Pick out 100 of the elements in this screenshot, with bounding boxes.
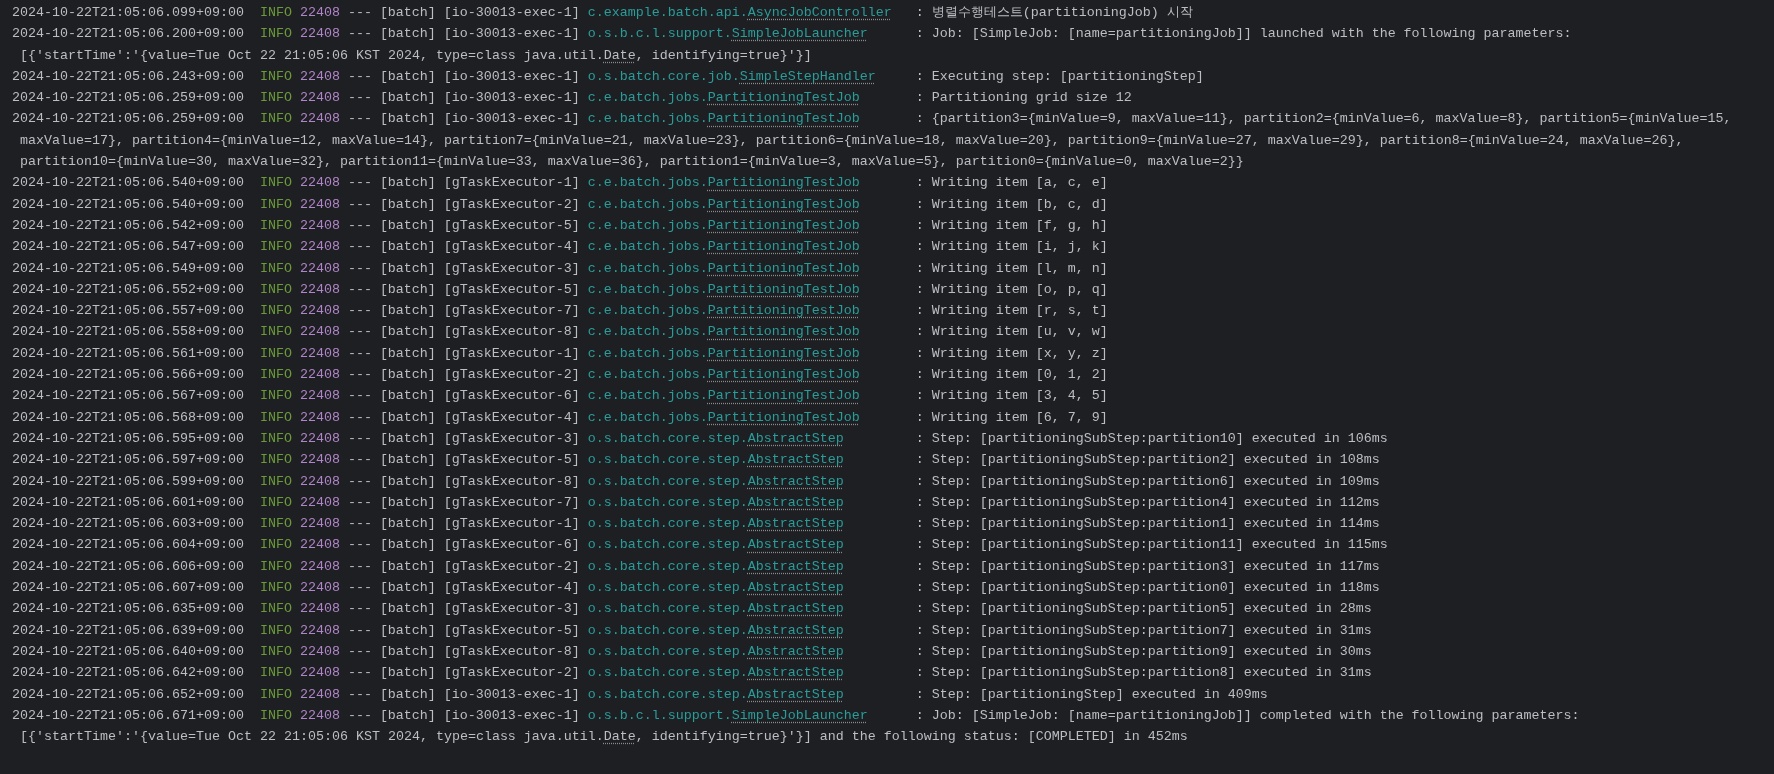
logger-class-link[interactable]: AbstractStep — [747, 513, 844, 535]
logger-class-link[interactable]: AbstractStep — [747, 449, 844, 471]
process-id: 22408 — [299, 557, 340, 576]
log-level: INFO — [259, 259, 292, 278]
process-id: 22408 — [299, 451, 340, 470]
timestamp: 2024-10-22T21:05:06.671+09:00 — [12, 706, 244, 725]
logger-package: c.e.batch.jobs. — [587, 323, 708, 342]
log-level: INFO — [259, 89, 292, 108]
app-name: [batch] — [379, 408, 436, 427]
logger-class-link[interactable]: AbstractStep — [747, 598, 844, 620]
logger-package: c.e.batch.jobs. — [587, 280, 708, 299]
logger-class-link[interactable]: PartitioningTestJob — [707, 300, 860, 322]
log-level: INFO — [259, 216, 292, 235]
logger-class-link[interactable]: PartitioningTestJob — [707, 172, 860, 194]
app-name: [batch] — [379, 4, 436, 22]
log-message: : Writing item [r, s, t] — [915, 302, 1108, 321]
logger-package: o.s.batch.core.step. — [587, 621, 748, 640]
separator-text: --- — [347, 67, 372, 86]
app-name: [batch] — [379, 366, 436, 385]
app-name: [batch] — [379, 238, 436, 257]
separator-text: --- — [347, 174, 372, 193]
timestamp: 2024-10-22T21:05:06.597+09:00 — [12, 451, 244, 470]
process-id: 22408 — [299, 600, 340, 619]
logger-class-link[interactable]: PartitioningTestJob — [707, 406, 860, 428]
log-message: : Writing item [f, g, h] — [915, 216, 1108, 235]
logger-class-link[interactable]: AbstractStep — [747, 619, 844, 641]
process-id: 22408 — [299, 4, 340, 22]
logger-class-link[interactable]: AbstractStep — [747, 555, 844, 577]
logger-class-link[interactable]: PartitioningTestJob — [707, 108, 860, 130]
process-id: 22408 — [299, 408, 340, 427]
thread-name: [gTaskExecutor-2] — [443, 195, 580, 214]
separator-text: --- — [347, 89, 372, 108]
timestamp: 2024-10-22T21:05:06.558+09:00 — [12, 323, 244, 342]
logger-package: o.s.batch.core.step. — [587, 472, 748, 491]
timestamp: 2024-10-22T21:05:06.595+09:00 — [12, 429, 244, 448]
logger-class-link[interactable]: AbstractStep — [747, 534, 844, 556]
log-level: INFO — [259, 195, 292, 214]
log-message: : Job: [SimpleJob: [name=partitioningJob]] launched with the following parameters: — [915, 25, 1572, 44]
logger-class-link[interactable]: SimpleJobLauncher — [731, 23, 868, 45]
separator-text: --- — [347, 429, 372, 448]
logger-package: c.e.batch.jobs. — [587, 366, 708, 385]
log-level: INFO — [259, 642, 292, 661]
separator-text: --- — [347, 280, 372, 299]
class-link[interactable]: Date — [603, 726, 636, 748]
app-name: [batch] — [379, 429, 436, 448]
logger-class-link[interactable]: PartitioningTestJob — [707, 236, 860, 258]
logger-class-link[interactable]: AbstractStep — [747, 470, 844, 492]
thread-name: [gTaskExecutor-1] — [443, 515, 580, 534]
logger-class-link[interactable]: PartitioningTestJob — [707, 342, 860, 365]
class-link[interactable]: Date — [603, 44, 636, 66]
process-id: 22408 — [299, 323, 340, 342]
logger-class-link[interactable]: PartitioningTestJob — [707, 364, 860, 386]
log-message: : Writing item [a, c, e] — [915, 174, 1108, 193]
thread-name: [gTaskExecutor-5] — [443, 451, 580, 470]
timestamp: 2024-10-22T21:05:06.567+09:00 — [12, 387, 244, 406]
logger-class-link[interactable]: AbstractStep — [747, 491, 844, 514]
app-name: [batch] — [379, 557, 436, 576]
log-level: INFO — [259, 557, 292, 576]
log-level: INFO — [259, 67, 292, 86]
thread-name: [gTaskExecutor-8] — [443, 323, 580, 342]
logger-class-link[interactable]: PartitioningTestJob — [707, 214, 860, 237]
logger-class-link[interactable]: AbstractStep — [747, 683, 844, 705]
separator-text: --- — [347, 408, 372, 427]
log-level: INFO — [259, 238, 292, 257]
process-id: 22408 — [299, 174, 340, 193]
app-name: [batch] — [379, 515, 436, 534]
logger-class-link[interactable]: SimpleJobLauncher — [731, 704, 868, 727]
logger-class-link[interactable]: AbstractStep — [747, 640, 844, 663]
separator-text: --- — [347, 579, 372, 597]
logger-class-link[interactable]: PartitioningTestJob — [707, 257, 860, 279]
logger-class-link[interactable]: AsyncJobController — [747, 2, 892, 24]
thread-name: [gTaskExecutor-3] — [443, 259, 580, 278]
logger-class-link[interactable]: AbstractStep — [747, 577, 844, 599]
process-id: 22408 — [299, 366, 340, 385]
thread-name: [gTaskExecutor-2] — [443, 366, 580, 385]
app-name: [batch] — [379, 621, 436, 640]
timestamp: 2024-10-22T21:05:06.243+09:00 — [12, 67, 244, 86]
logger-class-link[interactable]: SimpleStepHandler — [739, 65, 876, 88]
timestamp: 2024-10-22T21:05:06.606+09:00 — [12, 557, 244, 576]
process-id: 22408 — [299, 706, 340, 725]
log-message: [{'startTime':'{value=Tue Oct 22 21:05:06 KST 2024, type=class java.util. — [20, 728, 604, 747]
log-message: : Step: [partitioningSubStep:partition3] executed in 117ms — [915, 557, 1380, 576]
timestamp: 2024-10-22T21:05:06.607+09:00 — [12, 579, 244, 597]
logger-class-link[interactable]: AbstractStep — [747, 427, 844, 450]
app-name: [batch] — [379, 25, 436, 44]
timestamp: 2024-10-22T21:05:06.566+09:00 — [12, 366, 244, 385]
logger-package: c.example.batch.api. — [587, 4, 748, 22]
logger-class-link[interactable]: PartitioningTestJob — [707, 193, 860, 215]
log-message: : Step: [partitioningSubStep:partition8] executed in 31ms — [915, 664, 1372, 683]
logger-package: o.s.batch.core.step. — [587, 642, 748, 661]
logger-class-link[interactable]: PartitioningTestJob — [707, 278, 860, 301]
process-id: 22408 — [299, 110, 340, 129]
logger-class-link[interactable]: AbstractStep — [747, 662, 844, 684]
log-level: INFO — [259, 429, 292, 448]
thread-name: [gTaskExecutor-8] — [443, 642, 580, 661]
log-level: INFO — [259, 366, 292, 385]
logger-class-link[interactable]: PartitioningTestJob — [707, 385, 860, 407]
logger-package: o.s.batch.core.step. — [587, 664, 748, 683]
logger-class-link[interactable]: PartitioningTestJob — [707, 87, 860, 109]
logger-class-link[interactable]: PartitioningTestJob — [707, 321, 860, 343]
